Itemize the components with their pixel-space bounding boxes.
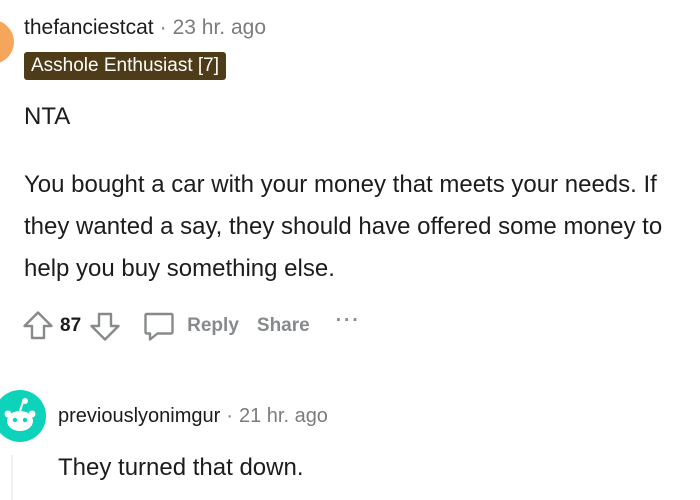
comment-timestamp[interactable]: 21 hr. ago: [239, 405, 328, 427]
username-link[interactable]: thefanciestcat: [24, 16, 154, 39]
user-avatar[interactable]: [0, 20, 14, 64]
snoo-avatar-icon[interactable]: [0, 390, 46, 442]
comment-meta: thefanciestcat · 23 hr. ago: [24, 14, 266, 42]
share-label: Share: [256, 315, 310, 336]
vote-score: 87: [60, 315, 82, 336]
downvote-icon[interactable]: [87, 308, 123, 344]
share-button[interactable]: Share: [257, 315, 310, 337]
comment-bubble-icon: [144, 312, 174, 341]
username-link[interactable]: previouslyonimgur: [58, 405, 220, 427]
meta-separator: ·: [226, 405, 233, 427]
upvote-icon[interactable]: [20, 308, 56, 344]
comment-meta: previouslyonimgur · 21 hr. ago: [58, 402, 328, 430]
more-options-button[interactable]: ···: [336, 310, 361, 332]
comment-actions: 87 Reply Share ···: [20, 306, 361, 346]
comment-text-paragraph: NTA: [24, 103, 71, 130]
comment-timestamp[interactable]: 23 hr. ago: [173, 16, 266, 39]
meta-separator: ·: [159, 16, 167, 39]
user-flair: Asshole Enthusiast [7]: [24, 52, 226, 80]
reply-label: Reply: [187, 315, 239, 336]
comment-text-paragraph: You bought a car with your money that me…: [24, 171, 663, 282]
reply-button[interactable]: Reply: [141, 308, 239, 344]
comment-text: They turned that down.: [58, 454, 304, 481]
thread-line[interactable]: [11, 455, 13, 500]
